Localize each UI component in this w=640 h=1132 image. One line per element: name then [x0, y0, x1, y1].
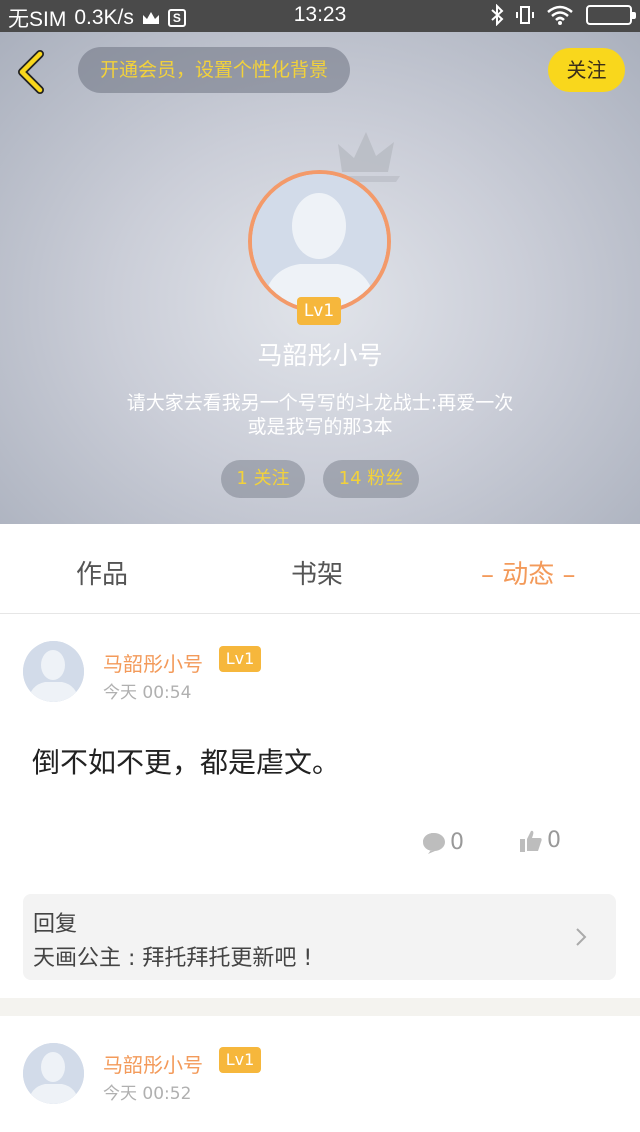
default-avatar-icon: [23, 1043, 84, 1104]
post-content: 倒不如不更，都是虐文。: [32, 746, 341, 779]
tab-activity[interactable]: – 动态 –: [481, 554, 576, 591]
status-right: [490, 4, 636, 26]
post-author-name[interactable]: 马韶彤小号: [103, 1049, 203, 1078]
thumbs-up-icon: [520, 830, 542, 852]
wifi-icon: [547, 5, 573, 25]
chevron-right-icon: [576, 928, 587, 946]
post-level-badge: Lv1: [219, 1047, 261, 1073]
post-item: 马韶彤小号 Lv1 今天 00:54 倒不如不更，都是虐文。 0 0 回复 天画…: [0, 615, 640, 998]
like-button[interactable]: 0: [519, 828, 561, 853]
profile-avatar[interactable]: [248, 170, 391, 313]
tab-bookshelf[interactable]: 书架: [291, 554, 343, 591]
tab-works[interactable]: 作品: [76, 554, 128, 591]
comment-count: 0: [450, 830, 464, 855]
comment-icon: [423, 832, 445, 854]
vibrate-icon: [516, 6, 534, 24]
post-level-badge: Lv1: [219, 646, 261, 672]
profile-level-badge: Lv1: [297, 297, 341, 325]
profile-bio: 请大家去看我另一个号写的斗龙战士:再爱一次 或是我写的那3本: [70, 391, 570, 439]
back-icon[interactable]: [14, 50, 48, 94]
status-bar: 无SIM 0.3K/s S 13:23: [0, 0, 640, 32]
reply-text: 天画公主 : 拜托拜托更新吧 !: [33, 946, 313, 971]
reply-box[interactable]: 回复 天画公主 : 拜托拜托更新吧 !: [23, 894, 616, 980]
default-avatar-icon: [23, 641, 84, 702]
profile-header: 开通会员，设置个性化背景 关注 Lv1 马韶彤小号 请大家去看我另一个号写的斗龙…: [0, 32, 640, 524]
vip-background-button[interactable]: 开通会员，设置个性化背景: [78, 47, 350, 93]
post-author-name[interactable]: 马韶彤小号: [103, 648, 203, 677]
reply-title: 回复: [33, 912, 78, 937]
follow-button[interactable]: 关注: [548, 48, 625, 92]
post-author-avatar[interactable]: [23, 641, 84, 702]
comment-button[interactable]: 0: [422, 830, 464, 855]
post-item: 马韶彤小号 Lv1 今天 00:52: [0, 1016, 640, 1132]
post-divider: [0, 998, 640, 1016]
fans-count-button[interactable]: 14 粉丝: [323, 460, 419, 498]
bio-line-2: 或是我写的那3本: [247, 416, 393, 438]
battery-icon: [586, 5, 636, 25]
like-count: 0: [547, 828, 561, 853]
following-count-button[interactable]: 1 关注: [221, 460, 305, 498]
bio-line-1: 请大家去看我另一个号写的斗龙战士:再爱一次: [126, 392, 514, 414]
profile-tabs: 作品 书架 – 动态 –: [0, 524, 640, 614]
post-time: 今天 00:52: [103, 1084, 192, 1104]
post-author-avatar[interactable]: [23, 1043, 84, 1104]
profile-name: 马韶彤小号: [257, 341, 383, 370]
default-avatar-icon: [252, 174, 387, 309]
post-time: 今天 00:54: [103, 683, 192, 703]
bluetooth-icon: [491, 4, 504, 26]
